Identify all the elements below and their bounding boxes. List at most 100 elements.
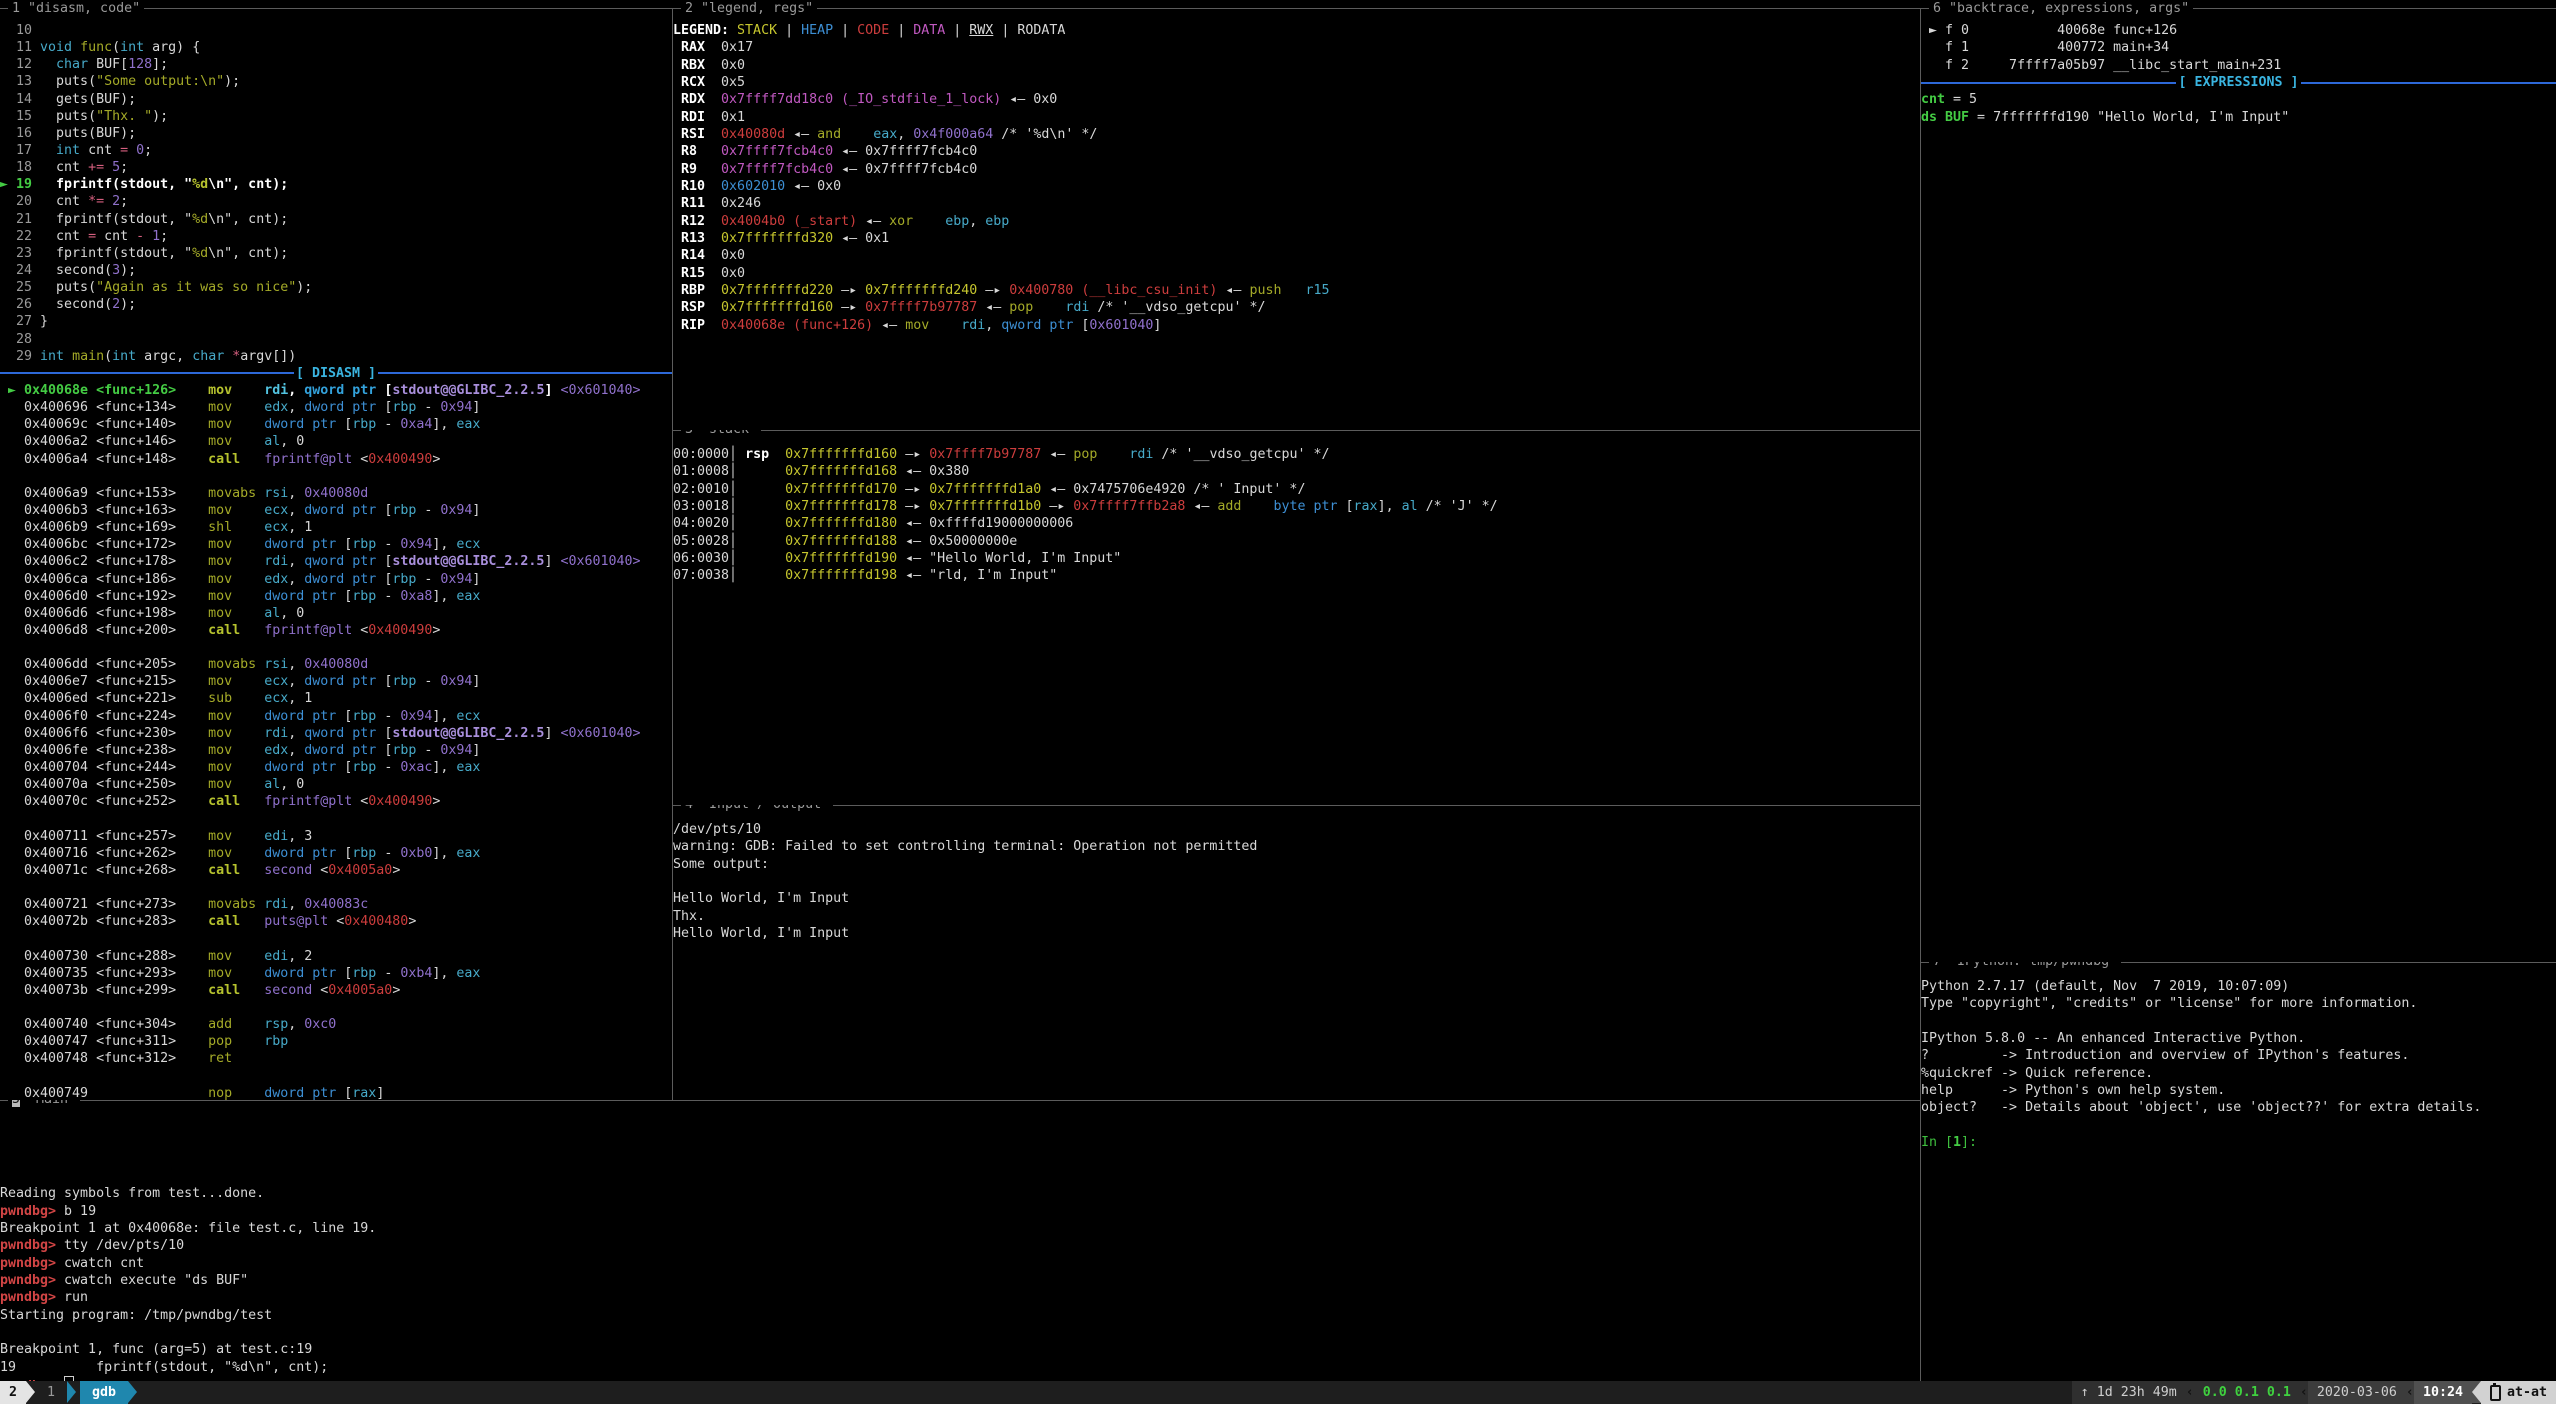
terminal-line: 0x4006f0 <func+224> mov dword ptr [rbp -… — [0, 708, 672, 725]
terminal-line: R14 0x0 — [673, 247, 1920, 264]
powerline-chevron-icon — [67, 1381, 76, 1403]
terminal-line: 0x4006ca <func+186> mov edx, dword ptr [… — [0, 571, 672, 588]
window-name-gdb[interactable]: gdb — [80, 1381, 128, 1404]
registers-content: LEGEND: STACK | HEAP | CODE | DATA | RWX… — [673, 22, 1920, 334]
terminal-line: 24 second(3); — [0, 262, 672, 279]
terminal-line: ► 19 fprintf(stdout, "%d\n", cnt); — [0, 176, 672, 193]
terminal-line: /dev/pts/10 — [673, 821, 1920, 838]
terminal-line: Reading symbols from test...done. — [0, 1185, 1920, 1202]
powerline-chevron-icon — [2472, 1381, 2481, 1403]
terminal-line: 0x40071c <func+268> call second <0x4005a… — [0, 862, 672, 879]
pane-title-ipython: 7 "IPython: tmp/pwndbg" — [1929, 962, 2121, 969]
terminal-line: 0x4006a9 <func+153> movabs rsi, 0x40080d — [0, 485, 672, 502]
hostname-value: at-at — [2507, 1385, 2547, 1400]
terminal-line: 0x4006fe <func+238> mov edx, dword ptr [… — [0, 742, 672, 759]
pane-disasm-code[interactable]: 1 "disasm, code" 10 11 void func(int arg… — [0, 0, 672, 1100]
pane-title-backtrace: 6 "backtrace, expressions, args" — [1929, 1, 2193, 16]
terminal-line: 28 — [0, 331, 672, 348]
terminal-line: 02:0010│ 0x7fffffffd170 —▸ 0x7fffffffd1a… — [673, 481, 1920, 498]
status-right: ↑ 1d 23h 49m ‹ 0.0 0.1 0.1 ‹ 2020-03-06 … — [2072, 1381, 2556, 1404]
terminal-line: 0x4006a4 <func+148> call fprintf@plt <0x… — [0, 451, 672, 468]
section-divider-label: [ EXPRESSIONS ] — [2178, 74, 2298, 91]
terminal-line: Starting program: /tmp/pwndbg/test — [0, 1307, 1920, 1324]
terminal-line: 0x40070c <func+252> call fprintf@plt <0x… — [0, 793, 672, 810]
terminal-line: 0x4006c2 <func+178> mov rdi, qword ptr [… — [0, 553, 672, 570]
io-content: /dev/pts/10warning: GDB: Failed to set c… — [673, 821, 1920, 942]
terminal-line: ► f 0 40068e func+126 — [1921, 22, 2556, 39]
terminal-line: 26 second(2); — [0, 296, 672, 313]
terminal-line: warning: GDB: Failed to set controlling … — [673, 838, 1920, 855]
terminal-line: 15 puts("Thx. "); — [0, 108, 672, 125]
terminal-line — [0, 930, 672, 947]
terminal-line: Python 2.7.17 (default, Nov 7 2019, 10:0… — [1921, 978, 2556, 995]
terminal-line: 0x400716 <func+262> mov dword ptr [rbp -… — [0, 845, 672, 862]
pane-divider-vertical-right[interactable] — [1920, 8, 1921, 1381]
battery-icon — [2490, 1385, 2501, 1401]
terminal-line: pwndbg> cwatch execute "ds BUF" — [0, 1272, 1920, 1289]
load-average: 0.0 0.1 0.1 — [2194, 1381, 2300, 1404]
terminal-line: 0x4006a2 <func+146> mov al, 0 — [0, 433, 672, 450]
pane-main-gdb[interactable]: 5 "Main" Reading symbols from test...don… — [0, 1100, 1920, 1381]
terminal-line — [1921, 1117, 2556, 1134]
window-index[interactable]: 1 — [35, 1381, 67, 1404]
terminal-line: 29 int main(int argc, char *argv[]) — [0, 348, 672, 365]
terminal-line: RCX 0x5 — [673, 74, 1920, 91]
pane-ipython[interactable]: 7 "IPython: tmp/pwndbg" Python 2.7.17 (d… — [1921, 962, 2556, 1381]
terminal-line: Type "copyright", "credits" or "license"… — [1921, 995, 2556, 1012]
terminal-line: cnt = 5 — [1921, 91, 2556, 108]
terminal-line: 0x4006b3 <func+163> mov ecx, dword ptr [… — [0, 502, 672, 519]
terminal-line: RBP 0x7fffffffd220 —▸ 0x7fffffffd240 —▸ … — [673, 282, 1920, 299]
gdb-console-content: Reading symbols from test...done.pwndbg>… — [0, 1116, 1920, 1381]
terminal-line: 0x40069c <func+140> mov dword ptr [rbp -… — [0, 416, 672, 433]
terminal-line: [ DISASM ] — [0, 365, 672, 382]
terminal-line: 00:0000│ rsp 0x7fffffffd160 —▸ 0x7ffff7b… — [673, 446, 1920, 463]
terminal-line: 14 gets(BUF); — [0, 91, 672, 108]
terminal-line — [0, 1068, 672, 1085]
terminal-line: 0x4006b9 <func+169> shl ecx, 1 — [0, 519, 672, 536]
terminal-line: In [1]: — [1921, 1134, 2556, 1151]
terminal-line: 17 int cnt = 0; — [0, 142, 672, 159]
pane-title-disasm-code: 1 "disasm, code" — [8, 1, 144, 16]
pane-input-output[interactable]: 4 "Input / Output" /dev/pts/10warning: G… — [673, 805, 1920, 1100]
pane-border — [0, 1100, 1920, 1101]
terminal-line: RAX 0x17 — [673, 39, 1920, 56]
pane-divider-vertical-left[interactable] — [672, 8, 673, 1100]
time-value: 10:24 — [2414, 1381, 2472, 1404]
terminal-line: 0x4006d6 <func+198> mov al, 0 — [0, 605, 672, 622]
terminal-line: pwndbg> cwatch cnt — [0, 1255, 1920, 1272]
terminal-line: 21 fprintf(stdout, "%d\n", cnt); — [0, 211, 672, 228]
terminal-line: 0x4006d0 <func+192> mov dword ptr [rbp -… — [0, 588, 672, 605]
terminal-line: 11 void func(int arg) { — [0, 39, 672, 56]
terminal-line — [0, 999, 672, 1016]
hostname-segment: at-at — [2481, 1381, 2556, 1404]
terminal-line: 0x400721 <func+273> movabs rdi, 0x40083c — [0, 896, 672, 913]
pane-legend-regs[interactable]: 2 "legend, regs" LEGEND: STACK | HEAP | … — [673, 0, 1920, 430]
terminal-line: 10 — [0, 22, 672, 39]
terminal-line: 0x4006bc <func+172> mov dword ptr [rbp -… — [0, 536, 672, 553]
terminal-line: RDI 0x1 — [673, 109, 1920, 126]
terminal-line: pwndbg> tty /dev/pts/10 — [0, 1237, 1920, 1254]
terminal-line: IPython 5.8.0 -- An enhanced Interactive… — [1921, 1030, 2556, 1047]
session-indicator[interactable]: 2 — [0, 1381, 26, 1404]
powerline-chevron-icon — [128, 1381, 137, 1403]
uptime-value: 1d 23h 49m — [2097, 1385, 2177, 1400]
terminal-line: R15 0x0 — [673, 265, 1920, 282]
pane-stack[interactable]: 3 "stack" 00:0000│ rsp 0x7fffffffd160 —▸… — [673, 430, 1920, 805]
terminal-line: 0x400748 <func+312> ret — [0, 1050, 672, 1067]
pane-title-input-output: 4 "Input / Output" — [681, 805, 833, 812]
terminal-line — [0, 1168, 1920, 1185]
terminal-line: 0x400735 <func+293> mov dword ptr [rbp -… — [0, 965, 672, 982]
terminal-line: 0x400711 <func+257> mov edi, 3 — [0, 828, 672, 845]
terminal-line: f 1 400772 main+34 — [1921, 39, 2556, 56]
terminal-line: pwndbg> b 19 — [0, 1203, 1920, 1220]
disasm-code-content: 10 11 void func(int arg) { 12 char BUF[1… — [0, 22, 672, 1100]
pane-backtrace-expressions[interactable]: 6 "backtrace, expressions, args" ► f 0 4… — [1921, 0, 2556, 962]
terminal-line — [0, 810, 672, 827]
terminal-line: 0x4006d8 <func+200> call fprintf@plt <0x… — [0, 622, 672, 639]
terminal-line: 0x400749 nop dword ptr [rax] — [0, 1085, 672, 1100]
terminal-line: ds BUF = 7fffffffd190 "Hello World, I'm … — [1921, 109, 2556, 126]
terminal-line: RIP 0x40068e (func+126) ◂— mov rdi, qwor… — [673, 317, 1920, 334]
terminal-line: R10 0x602010 ◂— 0x0 — [673, 178, 1920, 195]
terminal-line — [0, 1324, 1920, 1341]
terminal-line: 05:0028│ 0x7fffffffd188 ◂— 0x50000000e — [673, 533, 1920, 550]
